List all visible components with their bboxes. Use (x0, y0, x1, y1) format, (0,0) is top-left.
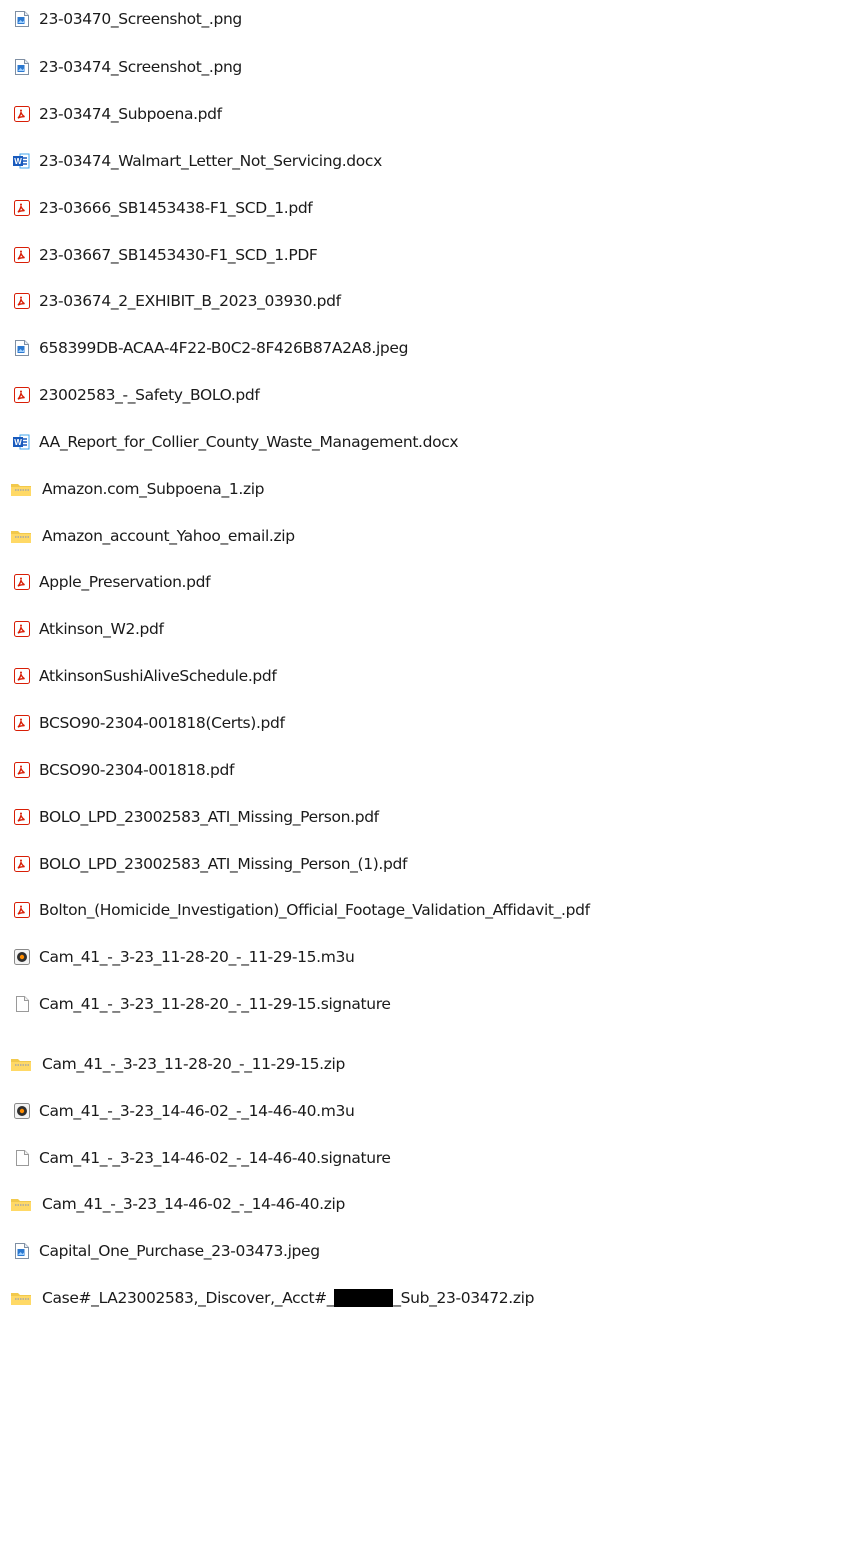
file-row[interactable]: Amazon.com_Subpoena_1.zip (0, 474, 851, 504)
file-row[interactable]: AtkinsonSushiAliveSchedule.pdf (0, 661, 851, 691)
file-name: BOLO_LPD_23002583_ATI_Missing_Person_(1)… (39, 855, 408, 873)
file-row[interactable]: 23-03674_2_EXHIBIT_B_2023_03930.pdf (0, 286, 851, 316)
file-row[interactable]: Cam_41_-_3-23_14-46-02_-_14-46-40.signat… (0, 1143, 851, 1173)
file-name: 23-03474_Subpoena.pdf (39, 105, 222, 123)
zip-folder-icon (10, 480, 32, 498)
file-row[interactable]: BOLO_LPD_23002583_ATI_Missing_Person_(1)… (0, 849, 851, 879)
file-name: 23-03667_SB1453430-F1_SCD_1.PDF (39, 246, 318, 264)
file-name: Amazon_account_Yahoo_email.zip (42, 527, 295, 545)
file-row[interactable]: BCSO90-2304-001818.pdf (0, 755, 851, 785)
zip-folder-icon (10, 527, 32, 545)
pdf-file-icon (13, 105, 31, 123)
file-row[interactable]: Capital_One_Purchase_23-03473.jpeg (0, 1236, 851, 1266)
blank-file-icon (13, 1149, 31, 1167)
file-row[interactable]: 23-03470_Screenshot_.png (0, 4, 851, 34)
image-file-icon (13, 1242, 31, 1260)
blank-file-icon (13, 995, 31, 1013)
image-file-icon (13, 10, 31, 28)
media-playlist-icon (13, 1102, 31, 1120)
pdf-file-icon (13, 573, 31, 591)
zip-folder-icon (10, 1195, 32, 1213)
file-row[interactable]: Bolton_(Homicide_Investigation)_Official… (0, 895, 851, 925)
file-name: Apple_Preservation.pdf (39, 573, 211, 591)
file-row[interactable]: Apple_Preservation.pdf (0, 567, 851, 597)
file-name: 23-03470_Screenshot_.png (39, 10, 242, 28)
file-name: 23-03474_Screenshot_.png (39, 58, 242, 76)
pdf-file-icon (13, 714, 31, 732)
word-document-icon: W (12, 433, 30, 451)
file-row[interactable]: Cam_41_-_3-23_14-46-02_-_14-46-40.m3u (0, 1096, 851, 1126)
pdf-file-icon (13, 620, 31, 638)
file-name: Amazon.com_Subpoena_1.zip (42, 480, 265, 498)
file-name: Capital_One_Purchase_23-03473.jpeg (39, 1242, 320, 1260)
zip-folder-icon (10, 1055, 32, 1073)
file-row[interactable]: 23002583_-_Safety_BOLO.pdf (0, 380, 851, 410)
zip-folder-icon (10, 1289, 32, 1307)
file-name: 23-03674_2_EXHIBIT_B_2023_03930.pdf (39, 292, 341, 310)
word-document-icon: W (12, 152, 30, 170)
file-name: AtkinsonSushiAliveSchedule.pdf (39, 667, 277, 685)
file-row[interactable]: 23-03666_SB1453438-F1_SCD_1.pdf (0, 193, 851, 223)
file-name: Cam_41_-_3-23_14-46-02_-_14-46-40.zip (42, 1195, 345, 1213)
file-name: Cam_41_-_3-23_11-28-20_-_11-29-15.zip (42, 1055, 345, 1073)
file-name: Cam_41_-_3-23_14-46-02_-_14-46-40.signat… (39, 1149, 391, 1167)
file-row[interactable]: 23-03474_Screenshot_.png (0, 52, 851, 82)
file-name: Cam_41_-_3-23_11-28-20_-_11-29-15.signat… (39, 995, 391, 1013)
file-row[interactable]: Cam_41_-_3-23_11-28-20_-_11-29-15.m3u (0, 942, 851, 972)
file-row[interactable]: BCSO90-2304-001818(Certs).pdf (0, 708, 851, 738)
svg-text:W: W (14, 157, 22, 166)
file-name: Cam_41_-_3-23_11-28-20_-_11-29-15.m3u (39, 948, 355, 966)
file-name: AA_Report_for_Collier_County_Waste_Manag… (39, 433, 459, 451)
image-file-icon (13, 58, 31, 76)
file-row[interactable]: Case#_LA23002583,_Discover,_Acct#_ _Sub_2… (0, 1283, 851, 1313)
file-row[interactable]: Amazon_account_Yahoo_email.zip (0, 521, 851, 551)
file-name: 658399DB-ACAA-4F22-B0C2-8F426B87A2A8.jpe… (39, 339, 409, 357)
file-name: 23-03666_SB1453438-F1_SCD_1.pdf (39, 199, 313, 217)
media-playlist-icon (13, 948, 31, 966)
pdf-file-icon (13, 761, 31, 779)
file-name: 23-03474_Walmart_Letter_Not_Servicing.do… (39, 152, 382, 170)
file-row[interactable]: Cam_41_-_3-23_11-28-20_-_11-29-15.signat… (0, 989, 851, 1019)
file-name: BOLO_LPD_23002583_ATI_Missing_Person.pdf (39, 808, 379, 826)
file-name-suffix: _Sub_23-03472.zip (393, 1289, 535, 1307)
pdf-file-icon (13, 246, 31, 264)
pdf-file-icon (13, 667, 31, 685)
file-row[interactable]: 23-03667_SB1453430-F1_SCD_1.PDF (0, 240, 851, 270)
file-row[interactable]: W AA_Report_for_Collier_County_Waste_Man… (0, 427, 851, 457)
pdf-file-icon (13, 855, 31, 873)
file-row[interactable]: Atkinson_W2.pdf (0, 614, 851, 644)
file-row[interactable]: 23-03474_Subpoena.pdf (0, 99, 851, 129)
file-name: Case#_LA23002583,_Discover,_Acct#_ _Sub_2… (42, 1283, 534, 1313)
file-name-prefix: Case#_LA23002583,_Discover,_Acct#_ (42, 1289, 335, 1307)
file-row[interactable]: BOLO_LPD_23002583_ATI_Missing_Person.pdf (0, 802, 851, 832)
redacted-account-number (334, 1288, 394, 1307)
image-file-icon (13, 339, 31, 357)
file-name: BCSO90-2304-001818.pdf (39, 761, 235, 779)
file-name: Bolton_(Homicide_Investigation)_Official… (39, 901, 590, 919)
file-row[interactable]: Cam_41_-_3-23_14-46-02_-_14-46-40.zip (0, 1189, 851, 1219)
file-name: 23002583_-_Safety_BOLO.pdf (39, 386, 260, 404)
pdf-file-icon (13, 292, 31, 310)
file-row[interactable]: 658399DB-ACAA-4F22-B0C2-8F426B87A2A8.jpe… (0, 333, 851, 363)
file-name: Atkinson_W2.pdf (39, 620, 164, 638)
pdf-file-icon (13, 386, 31, 404)
pdf-file-icon (13, 199, 31, 217)
pdf-file-icon (13, 901, 31, 919)
file-name: Cam_41_-_3-23_14-46-02_-_14-46-40.m3u (39, 1102, 355, 1120)
file-row[interactable]: Cam_41_-_3-23_11-28-20_-_11-29-15.zip (0, 1049, 851, 1079)
file-row[interactable]: W 23-03474_Walmart_Letter_Not_Servicing.… (0, 146, 851, 176)
pdf-file-icon (13, 808, 31, 826)
file-name: BCSO90-2304-001818(Certs).pdf (39, 714, 285, 732)
svg-text:W: W (14, 438, 22, 447)
